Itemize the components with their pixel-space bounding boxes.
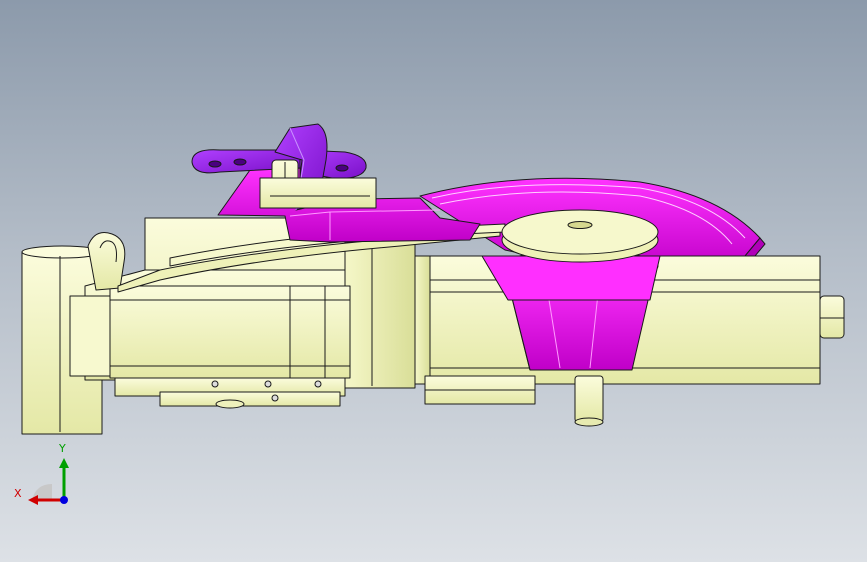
3d-viewport[interactable]: Y X: [0, 0, 867, 562]
cad-assembly-model[interactable]: [0, 0, 867, 562]
x-axis-head: [28, 495, 38, 505]
pulley-disk: [501, 209, 659, 263]
coordinate-triad: Y X: [12, 440, 82, 510]
y-axis-label: Y: [59, 442, 66, 455]
y-axis-head: [59, 458, 69, 468]
x-axis-label: X: [14, 487, 22, 500]
triad-graphic: [28, 458, 69, 505]
z-axis-dot: [60, 496, 68, 504]
